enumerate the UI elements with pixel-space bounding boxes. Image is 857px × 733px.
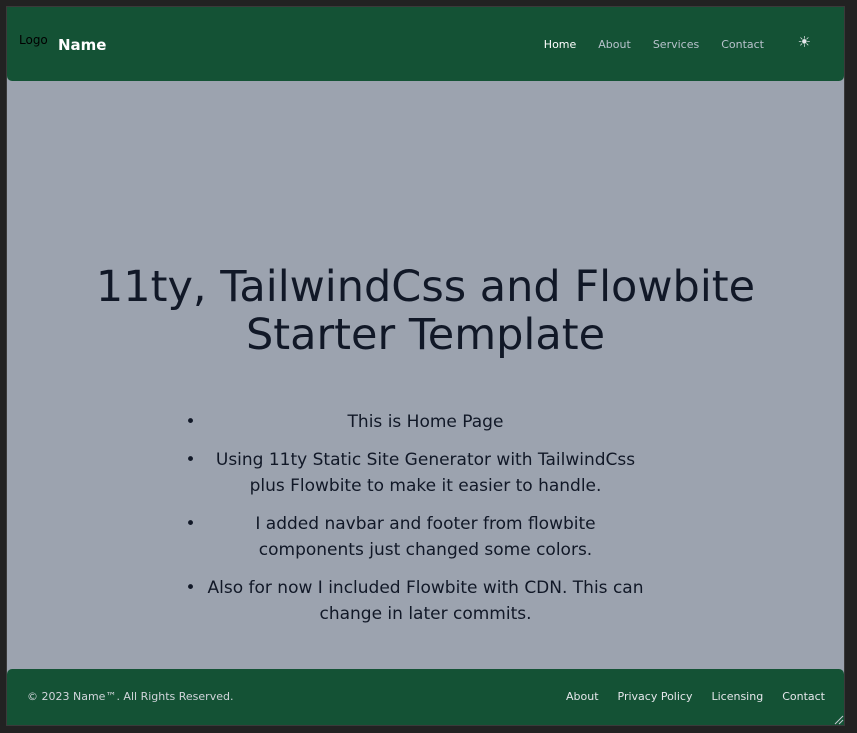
list-item-text: Using 11ty Static Site Generator with Ta… bbox=[215, 450, 636, 496]
brand-name[interactable]: Name bbox=[58, 36, 106, 54]
feature-list: • This is Home Page • Using 11ty Static Si… bbox=[186, 409, 661, 627]
nav-link-home[interactable]: Home bbox=[544, 38, 576, 51]
footer-link-about[interactable]: About bbox=[566, 690, 599, 703]
list-item-text: Also for now I included Flowbite with CD… bbox=[207, 578, 644, 624]
page-title: 11ty, TailwindCss and Flowbite Starter T… bbox=[95, 262, 756, 360]
logo-image[interactable]: Logo bbox=[19, 33, 48, 47]
list-item: • Using 11ty Static Site Generator with T… bbox=[186, 447, 661, 499]
list-item-text: I added navbar and footer from flowbite … bbox=[255, 514, 596, 560]
nav-link-contact[interactable]: Contact bbox=[721, 38, 764, 51]
nav-link-services[interactable]: Services bbox=[653, 38, 699, 51]
sun-icon[interactable]: ☀ bbox=[798, 34, 811, 50]
footer-links: About Privacy Policy Licensing Contact bbox=[547, 690, 825, 703]
nav-links: Home About Services Contact bbox=[522, 38, 764, 51]
hero-section: 11ty, TailwindCss and Flowbite Starter T… bbox=[7, 263, 844, 639]
footer-link-contact[interactable]: Contact bbox=[782, 690, 825, 703]
footer-link-licensing[interactable]: Licensing bbox=[711, 690, 763, 703]
bullet-icon: • bbox=[185, 578, 196, 598]
list-item: • This is Home Page bbox=[186, 409, 661, 435]
browser-viewport: Logo Name Home About Services Contact ☀ … bbox=[6, 6, 845, 726]
bullet-icon: • bbox=[185, 450, 196, 470]
footer: © 2023 Name™. All Rights Reserved. About… bbox=[7, 669, 844, 725]
nav-link-about[interactable]: About bbox=[598, 38, 631, 51]
bullet-icon: • bbox=[185, 514, 196, 534]
resize-grip-icon[interactable] bbox=[832, 713, 844, 725]
footer-link-privacy-policy[interactable]: Privacy Policy bbox=[618, 690, 693, 703]
list-item: • Also for now I included Flowbite with C… bbox=[186, 575, 661, 627]
navbar: Logo Name Home About Services Contact ☀ bbox=[7, 7, 844, 81]
copyright-text: © 2023 Name™. All Rights Reserved. bbox=[27, 690, 234, 703]
list-item: • I added navbar and footer from flowbite… bbox=[186, 511, 661, 563]
list-item-text: This is Home Page bbox=[347, 412, 504, 432]
bullet-icon: • bbox=[185, 412, 196, 432]
